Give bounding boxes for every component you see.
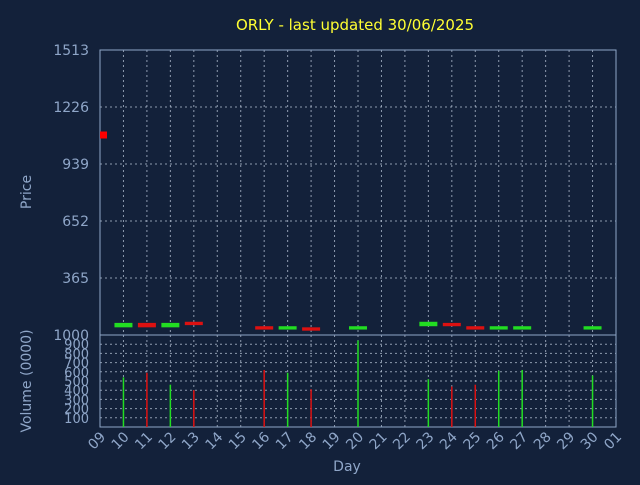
x-tick-label: 20 [343,429,367,453]
volume-bars [122,340,594,427]
x-tick-label: 28 [531,429,555,453]
x-tick-label: 27 [507,429,531,453]
x-tick-label: 09 [85,429,109,453]
x-tick-label: 15 [226,429,250,453]
price-tick-label: 1513 [53,43,89,59]
price-axis-label: Price [19,175,35,209]
chart-title: ORLY - last updated 30/06/2025 [236,16,474,34]
volume-axis-label: Volume (0000) [19,329,35,432]
candle [349,326,367,330]
x-tick-label: 12 [156,429,180,453]
candle [161,322,180,328]
candle [442,322,461,327]
candle [419,321,438,327]
x-tick-label: 13 [179,429,203,453]
candle [302,327,321,331]
last-price-marker [100,131,107,139]
price-tick-label: 1226 [53,100,89,116]
candle [583,326,602,330]
candle [184,321,203,326]
price-panel-frame [99,49,617,336]
price-tick-label: 939 [62,157,89,173]
candle [137,322,156,328]
x-tick-label: 22 [390,429,414,453]
candlestick-chart: ORLY - last updated 30/06/2025 151312269… [19,16,625,475]
volume-y-ticks: 900800700600500400300200100 [64,338,89,427]
x-tick-label: 01 [601,429,625,453]
chart-root: ORLY - last updated 30/06/2025 1513 1226 9… [0,0,640,480]
x-tick-label: 26 [484,429,508,453]
x-tick-label: 24 [437,429,461,453]
price-tick-label: 365 [62,271,89,287]
candle [513,326,532,330]
x-tick-label: 16 [249,429,273,453]
volume-tick-label: 100 [64,412,89,427]
price-grid [100,49,616,335]
x-tick-label: 17 [273,429,297,453]
candle [489,326,508,330]
candle [255,326,274,330]
price-tick-label: 652 [62,214,89,230]
x-tick-label: 11 [132,429,156,453]
candle [114,322,133,328]
x-tick-label: 29 [554,429,578,453]
x-axis-label: Day [333,459,361,475]
x-tick-label: 23 [414,429,438,453]
x-tick-label: 21 [367,429,391,453]
x-tick-label: 25 [460,429,484,453]
candle [278,326,297,330]
x-tick-label: 19 [320,429,344,453]
x-tick-label: 10 [109,429,133,453]
candle [466,326,485,330]
candles [114,321,602,331]
last-price-marker-layer [100,131,107,139]
x-tick-label: 30 [578,429,602,453]
price-y-ticks: 151312269396523651000 [53,43,89,344]
x-ticks: 09 10 11 12 13 14 15 16 17 18 19 20 21 22 23 24 25 26 27 28… [85,429,625,453]
x-tick-label: 14 [202,429,226,453]
x-tick-label: 18 [296,429,320,453]
